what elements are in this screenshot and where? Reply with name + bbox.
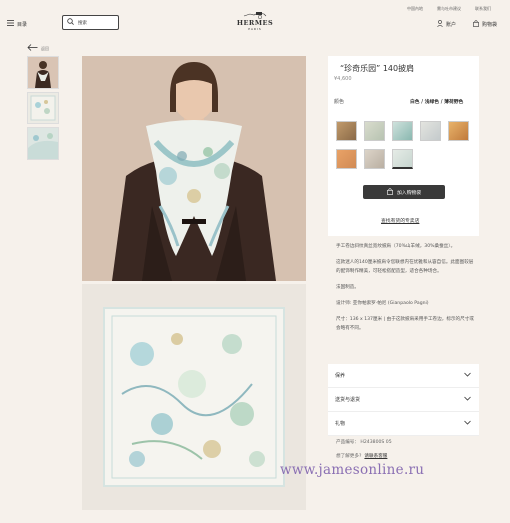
back-link[interactable]: 返回 [27, 44, 49, 53]
color-swatch-selected[interactable] [392, 149, 413, 169]
top-link-contact[interactable]: 联系我们 [475, 6, 491, 12]
swatch-row-1 [336, 121, 469, 141]
top-link-feedback[interactable]: 需与吐市建议 [437, 6, 461, 12]
chevron-down-icon [464, 396, 471, 403]
color-swatch[interactable] [336, 121, 357, 141]
product-description: 手工卷边斜纹真丝宽纹披肩（70%山羊绒，30%桑蚕丝）。 这款迷人的140厘米披… [336, 242, 476, 340]
chevron-down-icon [464, 420, 471, 427]
thumbnail-model[interactable] [27, 56, 59, 89]
arrow-left-icon [27, 44, 38, 53]
info-accordion: 保养 送货与退货 礼物 [328, 364, 479, 436]
account-button[interactable]: 账户 [437, 20, 456, 29]
back-label: 返回 [41, 45, 49, 51]
color-label: 颜色 [334, 99, 345, 105]
add-to-cart-label: 加入购物袋 [397, 190, 421, 196]
menu-button[interactable]: 目录 [7, 20, 27, 28]
logo-name: HERMES [236, 19, 274, 27]
description-paragraph: 尺寸：136 x 137厘米 | 由于这款披肩采用手工卷边，标示的尺寸或会略有不… [336, 317, 474, 331]
shopping-bag-icon [473, 20, 479, 29]
search-input[interactable]: 搜索 [62, 15, 119, 30]
accordion-delivery[interactable]: 送货与退货 [328, 388, 479, 412]
swatch-row-2 [336, 149, 413, 169]
top-bar: 中国內地 需与吐市建议 联系我们 [407, 6, 491, 12]
description-paragraph: 手工卷边斜纹真丝宽纹披肩（70%山羊绒，30%桑蚕丝）。 [336, 244, 456, 249]
thumbnail-scarf-detail[interactable] [27, 127, 59, 160]
watermark-text: www.jamesonline.ru [280, 462, 425, 478]
search-icon [67, 18, 74, 27]
accordion-label: 保养 [335, 373, 346, 379]
description-paragraph: 这款迷人的140厘米披肩令您联想内在优雅和从容自信。此面图较层的配饰制作精美，可… [336, 260, 474, 274]
carriage-icon [243, 12, 267, 19]
product-photo-model [82, 56, 306, 281]
cart-button[interactable]: 购物袋 [473, 20, 497, 29]
help-question: 想了解更多? [336, 454, 362, 459]
color-swatch[interactable] [448, 121, 469, 141]
product-price: ¥4,600 [334, 76, 352, 82]
add-to-cart-button[interactable]: 加入购物袋 [363, 185, 445, 199]
chevron-down-icon [464, 372, 471, 379]
color-swatch[interactable] [392, 121, 413, 141]
accordion-label: 礼物 [335, 421, 346, 427]
color-swatch[interactable] [364, 149, 385, 169]
description-paragraph: 设计师: 亚你帕索罗·帕尼 (Gianpaolo Pagni) [336, 301, 429, 306]
thumbnail-scarf-flat[interactable] [27, 92, 59, 124]
accordion-care[interactable]: 保养 [328, 364, 479, 388]
description-paragraph: 法国制造。 [336, 285, 359, 290]
menu-label: 目录 [17, 21, 28, 28]
hermes-logo[interactable]: HERMES PARIS [228, 11, 282, 31]
logo-city: PARIS [248, 27, 262, 31]
accordion-label: 送货与退货 [335, 397, 361, 403]
color-swatch[interactable] [420, 121, 441, 141]
color-swatch[interactable] [336, 149, 357, 169]
contact-link[interactable]: 请联系客服 [364, 453, 387, 459]
product-sku: 产品编号： H243800S 05 [336, 440, 392, 445]
product-photo-scarf [82, 284, 306, 510]
cart-label: 购物袋 [482, 22, 498, 28]
product-info-panel: “珍奇乐园” 140披肩 ¥4,600 颜色 白色 / 浅绿色 / 薄荷野色 加… [328, 56, 479, 236]
top-link-region[interactable]: 中国內地 [407, 6, 423, 12]
product-title: “珍奇乐园” 140披肩 [340, 64, 415, 73]
help-line: 想了解更多? 请联系客服 [336, 453, 387, 459]
hamburger-icon [7, 20, 14, 28]
user-icon [437, 20, 443, 29]
accordion-gift[interactable]: 礼物 [328, 412, 479, 436]
color-swatch[interactable] [364, 121, 385, 141]
search-placeholder: 搜索 [78, 20, 87, 26]
account-label: 账户 [446, 22, 457, 28]
shopping-bag-icon [387, 187, 393, 197]
color-value: 白色 / 浅绿色 / 薄荷野色 [410, 100, 464, 105]
find-store-link[interactable]: 查找有货的专卖店 [381, 217, 419, 224]
